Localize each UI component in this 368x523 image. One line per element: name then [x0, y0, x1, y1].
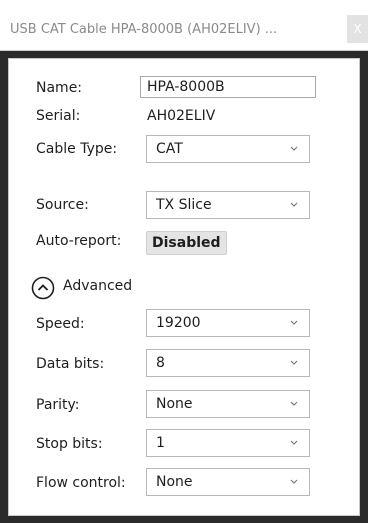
- flow-control-label: Flow control:: [36, 475, 126, 491]
- chevron-down-icon: [290, 202, 298, 207]
- speed-label: Speed:: [36, 316, 85, 332]
- auto-report-toggle[interactable]: Disabled: [146, 231, 227, 255]
- data-bits-select[interactable]: 8: [146, 349, 310, 377]
- flow-control-value: None: [156, 474, 193, 490]
- chevron-down-icon: [290, 440, 298, 445]
- source-label: Source:: [36, 197, 89, 213]
- title-bar[interactable]: USB CAT Cable HPA-8000B (AH02ELIV) ... X: [0, 0, 368, 51]
- chevron-up-circle-icon: [31, 276, 55, 300]
- advanced-label: Advanced: [63, 278, 133, 294]
- source-value: TX Slice: [156, 197, 212, 213]
- serial-label: Serial:: [36, 108, 81, 124]
- parity-value: None: [156, 396, 193, 412]
- window-title: USB CAT Cable HPA-8000B (AH02ELIV) ...: [10, 22, 278, 37]
- cable-type-value: CAT: [156, 141, 183, 157]
- parity-select[interactable]: None: [146, 390, 310, 418]
- speed-value: 19200: [156, 315, 201, 331]
- chevron-down-icon: [290, 320, 298, 325]
- data-bits-label: Data bits:: [36, 356, 105, 372]
- close-icon: X: [353, 22, 362, 36]
- source-select[interactable]: TX Slice: [146, 191, 310, 219]
- parity-label: Parity:: [36, 397, 80, 413]
- serial-value: AH02ELIV: [147, 108, 216, 124]
- chevron-down-icon: [290, 146, 298, 151]
- stop-bits-label: Stop bits:: [36, 436, 103, 452]
- close-button[interactable]: X: [347, 15, 368, 43]
- cable-type-select[interactable]: CAT: [146, 135, 310, 163]
- stop-bits-select[interactable]: 1: [146, 429, 310, 457]
- name-field[interactable]: [140, 76, 316, 98]
- cable-settings-window: USB CAT Cable HPA-8000B (AH02ELIV) ... X…: [0, 0, 368, 523]
- chevron-down-icon: [290, 479, 298, 484]
- data-bits-value: 8: [156, 355, 165, 371]
- cable-type-label: Cable Type:: [36, 141, 118, 157]
- name-label: Name:: [36, 80, 83, 96]
- chevron-down-icon: [290, 401, 298, 406]
- auto-report-label: Auto-report:: [36, 233, 122, 249]
- settings-panel: Name: Serial: AH02ELIV Cable Type: CAT S…: [8, 58, 360, 516]
- chevron-down-icon: [290, 360, 298, 365]
- speed-select[interactable]: 19200: [146, 309, 310, 337]
- flow-control-select[interactable]: None: [146, 468, 310, 496]
- stop-bits-value: 1: [156, 435, 165, 451]
